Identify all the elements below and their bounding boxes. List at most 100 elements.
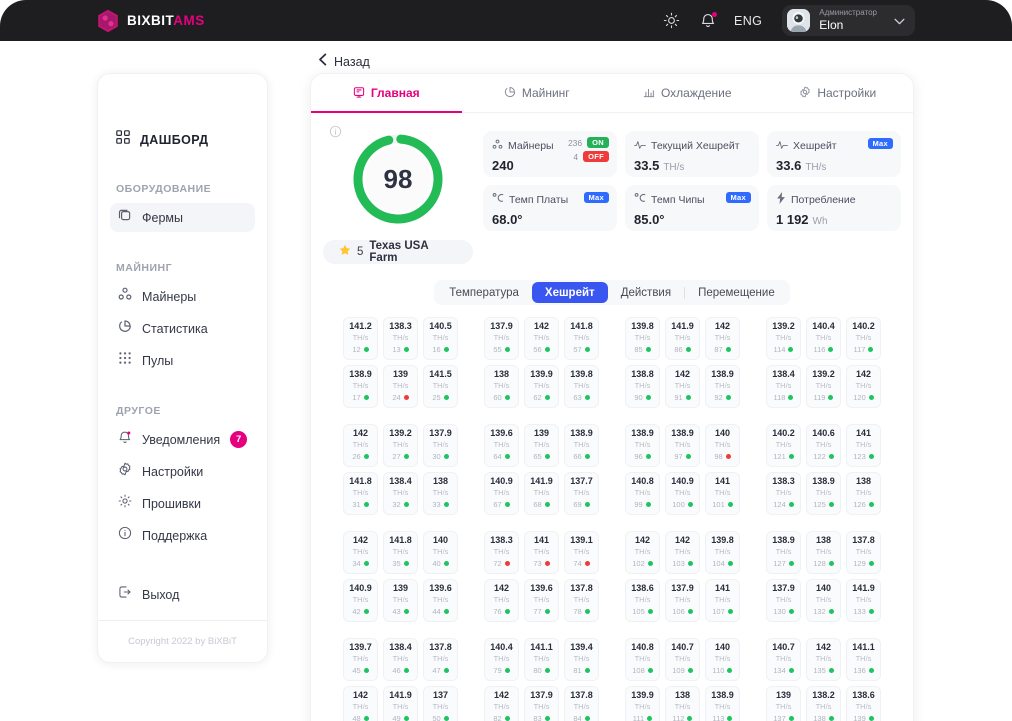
tab-settings[interactable]: Настройки	[763, 74, 914, 112]
miner-cell[interactable]: 139.2 TH/s 119	[806, 365, 841, 408]
chevron-down-icon[interactable]	[894, 12, 905, 30]
miner-cell[interactable]: 139.6 TH/s 64	[484, 424, 519, 467]
miner-cell[interactable]: 142 TH/s 102	[625, 531, 660, 574]
stat-card-miners[interactable]: Майнеры 240 236 ON 4 OFF	[483, 131, 617, 177]
filter-hashrate[interactable]: Хешрейт	[531, 282, 608, 303]
miner-cell[interactable]: 138.8 TH/s 90	[625, 365, 660, 408]
miner-cell[interactable]: 139.1 TH/s 74	[564, 531, 599, 574]
miner-cell[interactable]: 142 TH/s 135	[806, 638, 841, 681]
miner-cell[interactable]: 138.3 TH/s 72	[484, 531, 519, 574]
miner-cell[interactable]: 139.7 TH/s 45	[343, 638, 378, 681]
miner-cell[interactable]: 142 TH/s 26	[343, 424, 378, 467]
miner-cell[interactable]: 139.6 TH/s 44	[423, 579, 458, 622]
miner-cell[interactable]: 138.9 TH/s 96	[625, 424, 660, 467]
miner-cell[interactable]: 140.2 TH/s 117	[846, 317, 881, 360]
miner-cell[interactable]: 137.9 TH/s 55	[484, 317, 519, 360]
miner-cell[interactable]: 137.8 TH/s 78	[564, 579, 599, 622]
miner-cell[interactable]: 141.1 TH/s 80	[524, 638, 559, 681]
miner-cell[interactable]: 141.2 TH/s 12	[343, 317, 378, 360]
miner-cell[interactable]: 138 TH/s 128	[806, 531, 841, 574]
sidebar-item-farms[interactable]: Фермы	[110, 203, 255, 232]
miner-cell[interactable]: 137.9 TH/s 83	[524, 686, 559, 721]
sidebar-item-notifications[interactable]: Уведомления 7	[110, 425, 255, 454]
filter-temperature[interactable]: Температура	[436, 282, 532, 303]
miner-cell[interactable]: 137 TH/s 50	[423, 686, 458, 721]
miner-cell[interactable]: 140.2 TH/s 121	[766, 424, 801, 467]
farm-chip[interactable]: 5 Texas USA Farm	[323, 240, 473, 264]
miner-cell[interactable]: 138.4 TH/s 32	[383, 472, 418, 515]
miner-cell[interactable]: 139.6 TH/s 77	[524, 579, 559, 622]
stat-card-power[interactable]: Потребление 1 192 Wh	[767, 185, 901, 231]
miner-cell[interactable]: 138 TH/s 126	[846, 472, 881, 515]
miner-cell[interactable]: 141 TH/s 123	[846, 424, 881, 467]
miner-cell[interactable]: 140.6 TH/s 122	[806, 424, 841, 467]
miner-cell[interactable]: 138.6 TH/s 105	[625, 579, 660, 622]
miner-cell[interactable]: 141 TH/s 107	[705, 579, 740, 622]
miner-cell[interactable]: 138.9 TH/s 127	[766, 531, 801, 574]
miner-cell[interactable]: 139 TH/s 65	[524, 424, 559, 467]
miner-cell[interactable]: 138.2 TH/s 138	[806, 686, 841, 721]
user-menu[interactable]: Администратор Elon	[782, 5, 915, 36]
miner-cell[interactable]: 139.4 TH/s 81	[564, 638, 599, 681]
miner-cell[interactable]: 140 TH/s 40	[423, 531, 458, 574]
sidebar-item-settings[interactable]: Настройки	[110, 457, 255, 486]
miner-cell[interactable]: 137.9 TH/s 130	[766, 579, 801, 622]
info-icon[interactable]	[329, 125, 342, 143]
tab-cooling[interactable]: Охлаждение	[612, 74, 763, 112]
miner-cell[interactable]: 138.4 TH/s 46	[383, 638, 418, 681]
brand-logo[interactable]: BIXBITAMS	[97, 9, 205, 33]
miner-cell[interactable]: 140 TH/s 132	[806, 579, 841, 622]
miner-cell[interactable]: 138.9 TH/s 97	[665, 424, 700, 467]
miner-cell[interactable]: 140.8 TH/s 99	[625, 472, 660, 515]
tab-main[interactable]: Главная	[311, 74, 462, 113]
miner-cell[interactable]: 140 TH/s 98	[705, 424, 740, 467]
miner-cell[interactable]: 138.3 TH/s 124	[766, 472, 801, 515]
miner-cell[interactable]: 138.9 TH/s 125	[806, 472, 841, 515]
stat-card-hashrate[interactable]: Хешрейт Max 33.6 TH/s	[767, 131, 901, 177]
miner-cell[interactable]: 142 TH/s 48	[343, 686, 378, 721]
miner-cell[interactable]: 138.9 TH/s 92	[705, 365, 740, 408]
miner-cell[interactable]: 137.8 TH/s 129	[846, 531, 881, 574]
miner-cell[interactable]: 141.8 TH/s 57	[564, 317, 599, 360]
miner-cell[interactable]: 138 TH/s 60	[484, 365, 519, 408]
miner-cell[interactable]: 138.9 TH/s 66	[564, 424, 599, 467]
miner-cell[interactable]: 141.5 TH/s 25	[423, 365, 458, 408]
miner-cell[interactable]: 140.4 TH/s 79	[484, 638, 519, 681]
miner-cell[interactable]: 142 TH/s 82	[484, 686, 519, 721]
miner-cell[interactable]: 139.2 TH/s 27	[383, 424, 418, 467]
miner-cell[interactable]: 141.8 TH/s 31	[343, 472, 378, 515]
miner-cell[interactable]: 142 TH/s 103	[665, 531, 700, 574]
miner-cell[interactable]: 141 TH/s 101	[705, 472, 740, 515]
miner-cell[interactable]: 139.8 TH/s 85	[625, 317, 660, 360]
miner-cell[interactable]: 139.9 TH/s 62	[524, 365, 559, 408]
miner-cell[interactable]: 139.8 TH/s 104	[705, 531, 740, 574]
miner-cell[interactable]: 137.7 TH/s 69	[564, 472, 599, 515]
miner-cell[interactable]: 141.9 TH/s 68	[524, 472, 559, 515]
miner-cell[interactable]: 137.9 TH/s 106	[665, 579, 700, 622]
miner-cell[interactable]: 140 TH/s 110	[705, 638, 740, 681]
miner-cell[interactable]: 140.9 TH/s 100	[665, 472, 700, 515]
miner-cell[interactable]: 140.9 TH/s 42	[343, 579, 378, 622]
miner-cell[interactable]: 139.8 TH/s 63	[564, 365, 599, 408]
sidebar-item-pools[interactable]: Пулы	[110, 346, 255, 375]
miner-cell[interactable]: 140.5 TH/s 16	[423, 317, 458, 360]
sidebar-item-miners[interactable]: Майнеры	[110, 282, 255, 311]
miner-cell[interactable]: 141.1 TH/s 136	[846, 638, 881, 681]
stat-card-chip-temp[interactable]: Темп Чипы Max 85.0°	[625, 185, 759, 231]
miner-cell[interactable]: 137.8 TH/s 47	[423, 638, 458, 681]
stat-card-board-temp[interactable]: Темп Платы Max 68.0°	[483, 185, 617, 231]
miner-cell[interactable]: 141.9 TH/s 86	[665, 317, 700, 360]
miner-cell[interactable]: 138.3 TH/s 13	[383, 317, 418, 360]
stat-card-current-hashrate[interactable]: Текущий Хешрейт 33.5 TH/s	[625, 131, 759, 177]
sidebar-item-firmware[interactable]: Прошивки	[110, 489, 255, 518]
sidebar-item-support[interactable]: Поддержка	[110, 521, 255, 550]
miner-cell[interactable]: 142 TH/s 120	[846, 365, 881, 408]
miner-cell[interactable]: 138.4 TH/s 118	[766, 365, 801, 408]
miner-cell[interactable]: 140.9 TH/s 67	[484, 472, 519, 515]
miner-cell[interactable]: 139 TH/s 24	[383, 365, 418, 408]
sun-icon[interactable]	[662, 11, 682, 31]
miner-cell[interactable]: 138.6 TH/s 139	[846, 686, 881, 721]
filter-movement[interactable]: Перемещение	[685, 282, 788, 303]
miner-cell[interactable]: 142 TH/s 91	[665, 365, 700, 408]
miner-cell[interactable]: 138 TH/s 33	[423, 472, 458, 515]
